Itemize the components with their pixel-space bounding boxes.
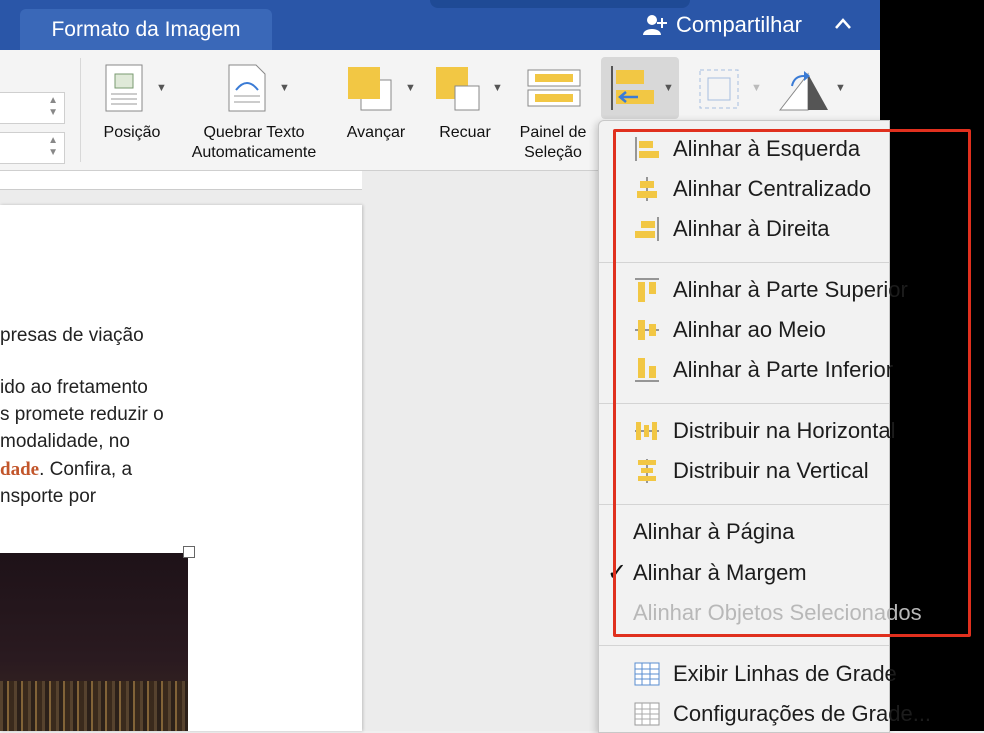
position-icon[interactable]: [105, 64, 143, 112]
bring-forward-icon[interactable]: [347, 66, 393, 112]
selection-pane-icon[interactable]: [527, 66, 581, 112]
chevron-up-icon[interactable]: [834, 13, 852, 36]
align-middle-icon: [635, 320, 659, 340]
ribbon-divider: [80, 58, 81, 162]
menu-separator: [599, 504, 889, 505]
rotate-icon[interactable]: [778, 68, 832, 112]
bring-forward-button[interactable]: Avançar: [336, 123, 416, 143]
rotate-dropdown-icon[interactable]: ▼: [835, 82, 846, 94]
document-text-line: dade. Confira, a: [0, 459, 132, 481]
wrap-text-button[interactable]: Quebrar Texto Automaticamente: [176, 123, 332, 163]
menu-item-align-bottom[interactable]: Alinhar à Parte Inferior: [633, 354, 893, 386]
document-text-line: modalidade, no: [0, 431, 130, 452]
menu-item-align-right[interactable]: Alinhar à Direita: [633, 213, 830, 245]
align-center-icon: [637, 177, 657, 201]
selection-pane-button[interactable]: Painel de Seleção: [510, 123, 596, 163]
share-label: Compartilhar: [676, 12, 802, 37]
distribute-vertical-icon: [638, 459, 656, 483]
gridlines-icon: [634, 662, 660, 686]
wrap-text-dropdown-icon[interactable]: ▼: [279, 82, 290, 94]
menu-item-align-selected-objects: Alinhar Objetos Selecionados: [633, 600, 922, 625]
menu-item-align-top[interactable]: Alinhar à Parte Superior: [633, 274, 908, 306]
share-button[interactable]: Compartilhar: [642, 12, 802, 38]
size-stepper[interactable]: ▲ ▼: [0, 92, 65, 124]
document-text-fragment: . Confira, a: [39, 459, 133, 480]
menu-item-align-middle[interactable]: Alinhar ao Meio: [633, 314, 826, 346]
selected-image[interactable]: [0, 553, 188, 731]
bring-forward-dropdown-icon[interactable]: ▼: [405, 82, 416, 94]
document-link-text[interactable]: dade: [0, 459, 39, 480]
group-icon[interactable]: [696, 66, 742, 112]
position-dropdown-icon[interactable]: ▼: [156, 82, 167, 94]
group-dropdown-icon[interactable]: ▼: [751, 82, 762, 94]
align-dropdown-icon[interactable]: ▼: [663, 82, 674, 94]
document-text-line: ido ao fretamento: [0, 377, 148, 398]
align-left-icon: [635, 137, 659, 161]
menu-item-align-to-margin[interactable]: Alinhar à Margem: [633, 557, 807, 589]
send-backward-dropdown-icon[interactable]: ▼: [492, 82, 503, 94]
menu-item-align-left[interactable]: Alinhar à Esquerda: [633, 133, 860, 165]
document-text-line: presas de viação: [0, 325, 144, 346]
menu-separator: [599, 645, 889, 646]
city-skyline: [0, 681, 188, 731]
menu-item-align-to-page[interactable]: Alinhar à Página: [633, 516, 794, 548]
menu-item-grid-settings[interactable]: Configurações de Grade...: [633, 698, 931, 730]
size-stepper[interactable]: ▲ ▼: [0, 132, 65, 164]
align-bottom-icon: [635, 358, 659, 382]
add-person-icon: [643, 15, 667, 35]
menu-item-show-gridlines[interactable]: Exibir Linhas de Grade: [633, 658, 897, 690]
send-backward-button[interactable]: Recuar: [425, 123, 505, 143]
menu-separator: [599, 403, 889, 404]
document-text-line: s promete reduzir o: [0, 404, 164, 425]
send-backward-icon[interactable]: [435, 66, 481, 112]
search-field-edge: [430, 0, 690, 8]
wrap-text-icon[interactable]: [228, 64, 266, 112]
document-text-line: nsporte por: [0, 486, 97, 507]
checkmark-icon: ✓: [607, 559, 628, 586]
resize-handle[interactable]: [183, 546, 195, 558]
distribute-horizontal-icon: [635, 422, 659, 440]
previous-page-edge: [0, 171, 362, 190]
menu-item-distribute-horizontal[interactable]: Distribuir na Horizontal: [633, 415, 896, 447]
align-right-icon: [635, 217, 659, 241]
menu-separator: [599, 262, 889, 263]
menu-item-align-center[interactable]: Alinhar Centralizado: [633, 173, 871, 205]
menu-item-distribute-vertical[interactable]: Distribuir na Vertical: [633, 455, 869, 487]
align-top-icon: [635, 278, 659, 302]
position-button[interactable]: Posição: [92, 123, 172, 143]
tab-formato-da-imagem[interactable]: Formato da Imagem: [20, 9, 272, 50]
grid-settings-icon: [634, 702, 660, 726]
align-icon: [611, 66, 654, 110]
